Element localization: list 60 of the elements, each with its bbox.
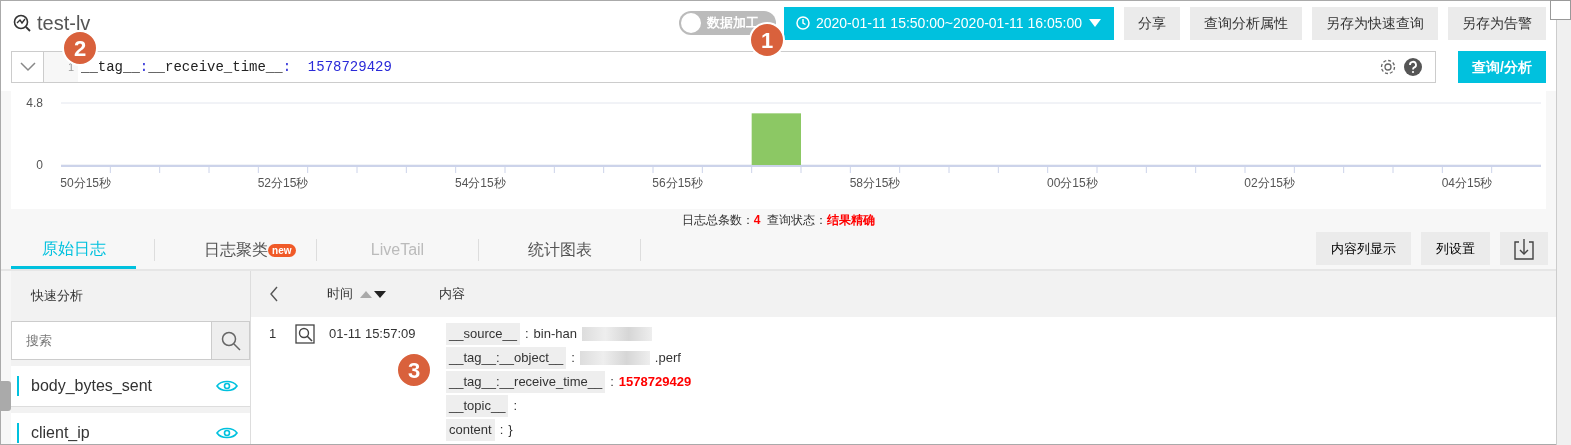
sort-icon — [359, 289, 387, 299]
y-tick-label: 4.8 — [26, 96, 43, 110]
toolbar-button[interactable]: 另存为快速查询 — [1312, 6, 1438, 40]
panel-title: 快速分析 — [30, 287, 84, 305]
download-button[interactable] — [1500, 232, 1548, 265]
x-tick-label: 04分15秒 — [1441, 176, 1493, 190]
row-number: 1 — [268, 325, 278, 343]
separator: : — [610, 373, 614, 392]
eye-icon — [216, 426, 238, 440]
x-tick-label: 54分15秒 — [455, 176, 506, 190]
x-tick-label: 00分15秒 — [1047, 176, 1098, 190]
field-value: } — [508, 421, 513, 440]
y-tick-label: 0 — [36, 158, 43, 172]
toolbar-button[interactable]: 查询分析属性 — [1190, 6, 1302, 40]
field-value: bin-han — [533, 325, 577, 344]
separator: : — [571, 349, 575, 368]
eye-icon — [216, 379, 238, 393]
field-key: __source__ — [446, 323, 520, 345]
new-badge: new — [268, 244, 296, 257]
chevron-left-icon — [269, 286, 279, 302]
separator: : — [524, 325, 529, 344]
x-tick-label: 58分15秒 — [849, 176, 901, 190]
separator: : — [499, 421, 504, 440]
search-icon — [220, 330, 241, 351]
help-icon — [1403, 57, 1423, 77]
gear-icon — [1379, 58, 1397, 76]
x-tick-label: 50分15秒 — [60, 176, 111, 190]
chart-search-icon — [13, 14, 31, 32]
field-item[interactable]: client_ip — [11, 413, 250, 444]
tab[interactable]: 统计图表 — [497, 231, 622, 269]
field-key: content — [446, 419, 495, 441]
field-item[interactable]: body_bytes_sent — [11, 366, 250, 407]
tab[interactable]: 日志聚类 new — [173, 231, 298, 269]
scrollbar[interactable] — [1556, 20, 1571, 445]
search-button[interactable] — [211, 322, 249, 359]
histogram-bar[interactable] — [751, 113, 801, 165]
toolbar-button[interactable]: 另存为告警 — [1448, 6, 1546, 40]
column-header: 时间 — [327, 285, 353, 304]
search-field[interactable]: 搜索 — [11, 321, 250, 360]
caret-icon — [1088, 18, 1102, 28]
separator: : — [513, 397, 517, 416]
clock-icon — [795, 16, 810, 30]
download-icon — [1514, 237, 1534, 260]
toolbar-button[interactable]: 分享 — [1124, 6, 1180, 40]
field-key: __tag__:__object__ — [446, 347, 567, 369]
field-key: __topic__ — [446, 395, 509, 417]
column-header: 内容 — [439, 285, 465, 304]
collapse-handle[interactable] — [1, 381, 11, 411]
x-tick-label: 02分15秒 — [1244, 176, 1295, 190]
field-value: .perf — [654, 349, 681, 368]
field-value: 1578729429 — [618, 373, 692, 392]
x-tick-label: 56分15秒 — [652, 176, 703, 190]
field-key: __tag__:__receive_time__ — [446, 371, 606, 393]
x-tick-label: 52分15秒 — [257, 176, 309, 190]
timestamp: 01-11 15:57:09 — [329, 325, 417, 343]
toolbar-button[interactable]: 内容列显示 — [1316, 232, 1411, 265]
result-summary: 日志总条数：4 查询状态：结果精确 — [681, 213, 876, 227]
chevron-down-icon — [19, 62, 36, 72]
toolbar-button[interactable]: 列设置 — [1421, 232, 1490, 265]
magnifier-icon — [295, 324, 315, 344]
